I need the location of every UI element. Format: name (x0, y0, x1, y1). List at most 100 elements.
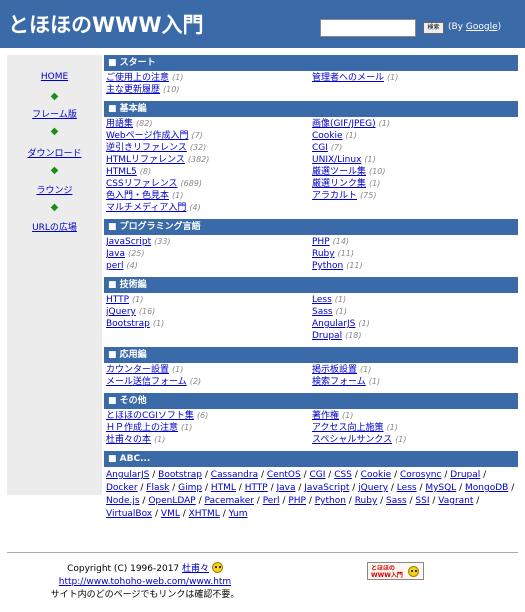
topic-link[interactable]: UNIX/Linux (312, 155, 361, 165)
search-input[interactable] (320, 19, 416, 37)
abc-link[interactable]: Ruby (355, 496, 378, 506)
abc-link[interactable]: CSS (334, 470, 352, 480)
topic-link[interactable]: Bootstrap (106, 319, 150, 329)
sidebar-link[interactable]: URLの広場 (7, 220, 102, 233)
abc-link[interactable]: Gimp (178, 483, 202, 493)
topic-link[interactable]: 著作権 (312, 411, 339, 421)
list-item: アクセス向上施策 (1) (312, 422, 520, 434)
topic-link[interactable]: Sass (312, 307, 333, 317)
topic-link[interactable]: 管理者へのメール (312, 73, 384, 83)
topic-link[interactable]: jQuery (106, 307, 136, 317)
topic-link[interactable]: JavaScript (106, 237, 151, 247)
abc-link[interactable]: Flask (146, 483, 169, 493)
abc-link[interactable]: Corosync (400, 470, 441, 480)
abc-link[interactable]: Python (315, 496, 346, 506)
section-header: ■ ABC... (104, 451, 518, 467)
abc-link[interactable]: MongoDB (465, 483, 508, 493)
abc-link[interactable]: Vagrant (438, 496, 473, 506)
topic-link[interactable]: カウンター設置 (106, 365, 169, 375)
abc-link[interactable]: HTTP (245, 483, 268, 493)
site-title[interactable]: とほほのWWW入門 (8, 9, 204, 39)
list-item: JavaScript (33) (106, 236, 312, 248)
topic-link[interactable]: 色入門・色見本 (106, 191, 169, 201)
topic-link[interactable]: アラカルト (312, 191, 357, 201)
site-url-link[interactable]: http://www.tohoho-web.com/www.htm (59, 577, 231, 587)
topic-link[interactable]: ご使用上の注意 (106, 73, 169, 83)
topic-link[interactable]: CGI (312, 143, 328, 153)
abc-link[interactable]: SSI (415, 496, 429, 506)
topic-link[interactable]: Webページ作成入門 (106, 131, 188, 141)
abc-link[interactable]: XHTML (189, 509, 220, 519)
topic-link[interactable]: Less (312, 295, 332, 305)
topic-link[interactable]: CSSリファレンス (106, 179, 178, 189)
page-count: (1) (345, 131, 357, 140)
page-count: (4) (189, 203, 201, 212)
page-count: (7) (330, 143, 343, 152)
sidebar-link[interactable]: フレーム版 (7, 107, 102, 120)
topic-link[interactable]: メール送信フォーム (106, 377, 187, 387)
google-link[interactable]: Google (466, 22, 498, 32)
list-item: jQuery (16) (106, 306, 312, 318)
abc-link[interactable]: CGI (310, 470, 326, 480)
topic-link[interactable]: アクセス向上施策 (312, 423, 384, 433)
sidebar-link[interactable]: ダウンロード (7, 146, 102, 159)
site-banner-logo[interactable]: とほほの WWW入門 (367, 562, 424, 580)
abc-link[interactable]: Sass (386, 496, 407, 506)
topic-link[interactable]: 杜甫々の本 (106, 435, 151, 445)
topic-link[interactable]: perl (106, 261, 123, 271)
topic-link[interactable]: 掲示板設置 (312, 365, 357, 375)
topic-link[interactable]: Cookie (312, 131, 343, 141)
topic-link[interactable]: 厳選リンク集 (312, 179, 366, 189)
abc-link[interactable]: VML (161, 509, 180, 519)
abc-link[interactable]: Cassandra (211, 470, 258, 480)
topic-link[interactable]: ＨＰ作成上の注意 (106, 423, 178, 433)
sidebar-link[interactable]: HOME (7, 72, 102, 82)
sidebar-link[interactable]: ラウンジ (7, 183, 102, 196)
abc-link[interactable]: Node.js (106, 496, 140, 506)
abc-link[interactable]: VirtualBox (106, 509, 152, 519)
topic-link[interactable]: 主な更新履歴 (106, 85, 160, 95)
page-count: (1) (358, 319, 370, 328)
topic-link[interactable]: 検索フォーム (312, 377, 366, 387)
topic-link[interactable]: Java (106, 249, 125, 259)
abc-link[interactable]: Yum (229, 509, 248, 519)
topic-link[interactable]: HTTP (106, 295, 129, 305)
search-button[interactable]: 検索 (423, 22, 444, 34)
abc-link[interactable]: Perl (263, 496, 280, 506)
abc-link[interactable]: Less (397, 483, 417, 493)
abc-link[interactable]: Bootstrap (158, 470, 202, 480)
abc-link[interactable]: jQuery (358, 483, 388, 493)
topic-link[interactable]: マルチメディア入門 (106, 203, 186, 213)
topic-link[interactable]: Drupal (312, 331, 342, 341)
list-item: Python (11) (312, 260, 520, 272)
list-item: AngularJS (1) (312, 318, 520, 330)
topic-link[interactable]: 逆引きリファレンス (106, 143, 187, 153)
list-item: Webページ作成入門 (7) (106, 130, 312, 142)
abc-link[interactable]: HTML (211, 483, 236, 493)
topic-link[interactable]: 用語集 (106, 119, 133, 129)
abc-link[interactable]: Cookie (361, 470, 392, 480)
page-count: (6) (196, 411, 209, 420)
topic-link[interactable]: Python (312, 261, 343, 271)
abc-link[interactable]: Drupal (450, 470, 480, 480)
abc-link[interactable]: JavaScript (304, 483, 349, 493)
abc-link[interactable]: CentOS (267, 470, 301, 480)
topic-link[interactable]: AngularJS (312, 319, 355, 329)
abc-link[interactable]: PHP (288, 496, 306, 506)
abc-link[interactable]: OpenLDAP (148, 496, 195, 506)
topic-link[interactable]: HTML5 (106, 167, 137, 177)
topic-link[interactable]: 画像(GIF/JPEG) (312, 119, 376, 129)
abc-link[interactable]: MySQL (425, 483, 456, 493)
topic-link[interactable]: 厳選ツール集 (312, 167, 366, 177)
topic-link[interactable]: Ruby (312, 249, 335, 259)
topic-link[interactable]: PHP (312, 237, 330, 247)
abc-link[interactable]: AngularJS (106, 470, 149, 480)
abc-link[interactable]: Java (277, 483, 296, 493)
topic-link[interactable]: スペシャルサンクス (312, 435, 392, 445)
abc-link[interactable]: Pacemaker (205, 496, 254, 506)
topic-link[interactable]: HTMLリファレンス (106, 155, 185, 165)
page-count: (1) (360, 365, 372, 374)
topic-link[interactable]: とほほのCGIソフト集 (106, 411, 194, 421)
author-link[interactable]: 杜甫々 (182, 564, 209, 574)
abc-link[interactable]: Docker (106, 483, 138, 493)
